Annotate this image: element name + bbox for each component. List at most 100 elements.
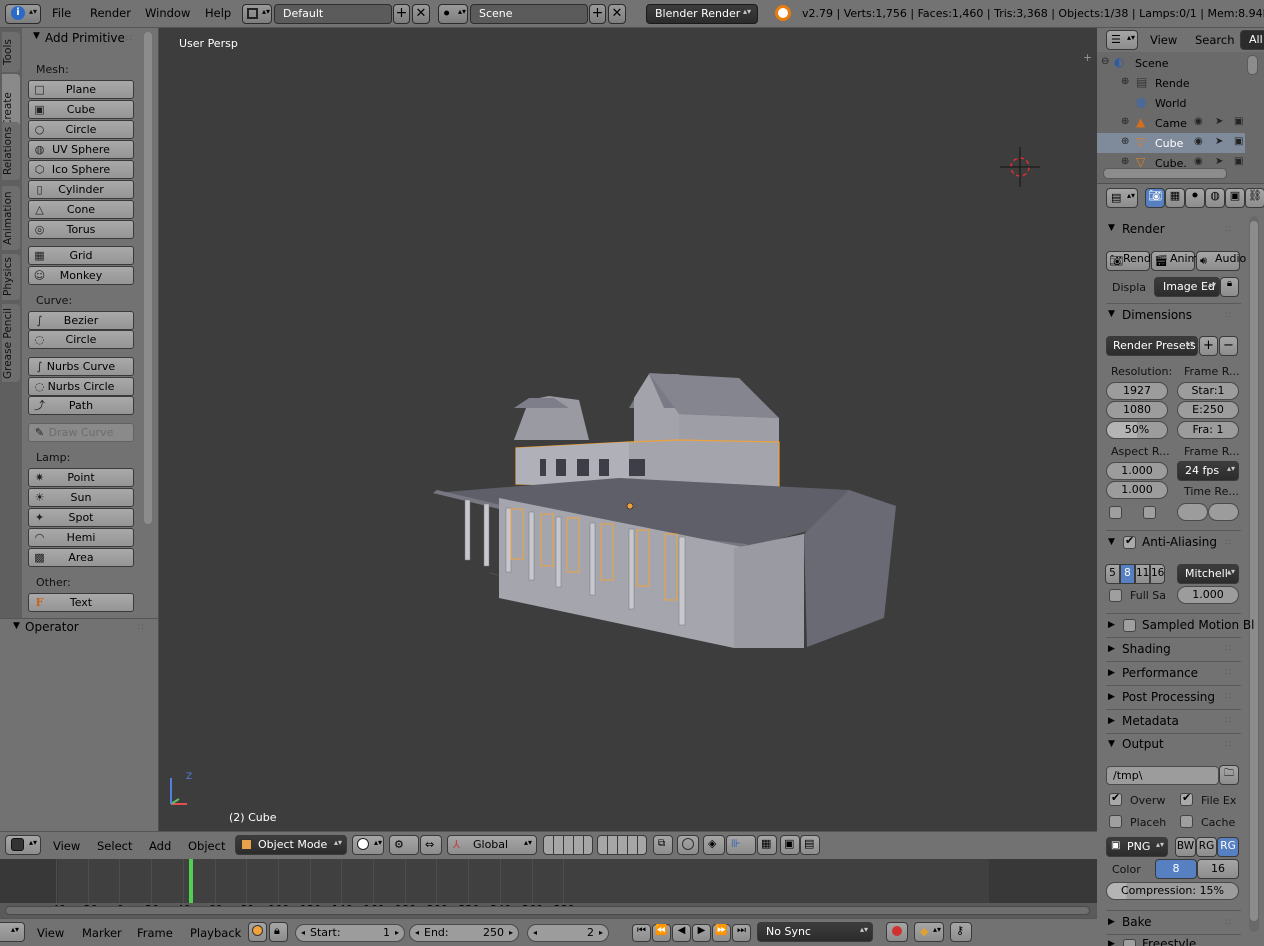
end-frame-field[interactable]: ◂ End: 250 ▸ <box>409 924 519 942</box>
section-header-label[interactable]: Performance <box>1122 666 1198 680</box>
time-remap-old-field[interactable] <box>1177 503 1208 521</box>
tab-grease-pencil[interactable]: Grease Pencil <box>2 304 20 382</box>
color-mode-bw[interactable]: BW <box>1175 837 1196 857</box>
outliner-item-label[interactable]: Came <box>1155 117 1187 130</box>
render-icon[interactable]: ▣ <box>1234 116 1243 127</box>
outliner-item-label[interactable]: Scene <box>1135 57 1169 70</box>
editor-type-info-button[interactable]: i ▴▾ <box>5 4 41 24</box>
drag-handle-icon[interactable]: ∷ <box>1225 225 1231 235</box>
aa-samples-16[interactable]: 16 <box>1150 564 1165 584</box>
snap-element-select[interactable]: ⊪ <box>726 835 756 855</box>
drag-handle-icon[interactable]: ∷ <box>1225 311 1231 321</box>
render-context-tab[interactable]: 📷︎ <box>1145 188 1165 208</box>
display-mode-select[interactable]: Image Ed ▴▾ <box>1154 277 1220 297</box>
color-mode-rgba[interactable]: RG <box>1217 837 1239 857</box>
freestyle-header[interactable]: Freestyle <box>1142 937 1196 946</box>
menu-file[interactable]: File <box>52 6 71 20</box>
lamp-spot-button[interactable]: ✦ Spot <box>28 508 134 527</box>
outliner-row-scene[interactable]: ⊖ ◐ Scene <box>1097 53 1245 73</box>
add-preset-button[interactable]: + <box>1199 336 1218 356</box>
output-path-field[interactable]: /tmp\ <box>1106 766 1219 785</box>
drag-handle-icon[interactable]: ∷ <box>1225 918 1231 928</box>
expand-triangle-icon[interactable]: ▶ <box>1108 620 1115 630</box>
outliner-row-cube[interactable]: ⊕ ▽ Cube ◉ ➤ ▣ <box>1097 133 1245 153</box>
transform-orientation-select[interactable]: ⅄ Global ▴▾ <box>447 835 537 855</box>
overwrite-checkbox[interactable]: ✔ <box>1109 791 1122 806</box>
play-reverse-button[interactable]: ◀ <box>672 924 691 942</box>
add-layout-button[interactable]: + <box>393 4 410 24</box>
aa-samples-5[interactable]: 5 <box>1105 564 1120 584</box>
mesh-monkey-button[interactable]: ☺ Monkey <box>28 266 134 285</box>
other-text-button[interactable]: F Text <box>28 593 134 612</box>
resolution-y-field[interactable]: 1080 <box>1106 401 1168 419</box>
outliner-hscrollbar[interactable] <box>1103 168 1227 179</box>
jump-keyframe-next-button[interactable]: ⏩ <box>712 924 731 942</box>
menu-select[interactable]: Select <box>97 839 132 853</box>
lock-interface-button[interactable]: 🔒︎ <box>1220 277 1239 297</box>
outliner-filter-select[interactable]: All <box>1240 30 1264 50</box>
mesh-grid-button[interactable]: ▦ Grid <box>28 246 134 265</box>
mode-select[interactable]: Object Mode ▴▾ <box>235 835 347 855</box>
lamp-hemi-button[interactable]: ◠ Hemi <box>28 528 134 547</box>
color-mode-rgb[interactable]: RG <box>1196 837 1217 857</box>
drag-handle-icon[interactable]: ∷ <box>138 623 144 633</box>
start-frame-field[interactable]: ◂ Start: 1 ▸ <box>295 924 405 942</box>
motion-blur-checkbox[interactable] <box>1123 619 1136 632</box>
cache-checkbox[interactable] <box>1180 815 1193 828</box>
draw-curve-button[interactable]: ✎ Draw Curve <box>28 423 134 442</box>
scene-name-field[interactable]: Scene <box>470 4 588 24</box>
expand-toggle-icon[interactable]: ⊕ <box>1121 116 1129 127</box>
outliner-row-world[interactable]: ◍ World <box>1097 93 1245 113</box>
curve-circle-button[interactable]: ◌ Circle <box>28 330 134 349</box>
render-still-button[interactable]: 📷︎ Rend <box>1106 251 1151 271</box>
manipulator-toggle[interactable]: ⇔ <box>420 835 442 855</box>
expand-triangle-icon[interactable]: ▶ <box>1108 692 1115 702</box>
placeholders-checkbox[interactable] <box>1109 815 1122 828</box>
border-checkbox[interactable] <box>1109 506 1122 519</box>
eye-icon[interactable]: ◉ <box>1194 116 1203 127</box>
proportional-edit-button[interactable] <box>677 835 699 855</box>
frame-rate-select[interactable]: 24 fps ▴▾ <box>1177 461 1239 481</box>
drag-handle-icon[interactable]: ∷ <box>1225 692 1231 702</box>
section-shading[interactable]: ▶ Shading ∷ <box>1106 637 1241 659</box>
lock-time-cursor-button[interactable]: 🔒︎ <box>269 922 288 942</box>
curve-path-button[interactable]: ⤴ Path <box>28 396 134 415</box>
timeline-menu-view[interactable]: View <box>37 926 64 940</box>
mesh-plane-button[interactable]: □ Plane <box>28 80 134 99</box>
tab-physics[interactable]: Physics <box>2 254 20 300</box>
outliner-item-label[interactable]: Cube <box>1155 137 1183 150</box>
render-icon[interactable]: ▣ <box>1234 136 1243 147</box>
lamp-sun-button[interactable]: ☀ Sun <box>28 488 134 507</box>
outliner-item-label[interactable]: Rende <box>1155 77 1190 90</box>
section-metadata[interactable]: ▶ Metadata ∷ <box>1106 709 1241 731</box>
aa-samples-11[interactable]: 11 <box>1135 564 1150 584</box>
render-presets-select[interactable]: Render Presets ▴▾ <box>1106 336 1198 356</box>
lamp-point-button[interactable]: ✷ Point <box>28 468 134 487</box>
delete-scene-button[interactable]: ✕ <box>608 4 626 24</box>
expand-toggle-icon[interactable]: ⊕ <box>1121 76 1129 87</box>
expand-triangle-icon[interactable]: ▶ <box>1108 668 1115 678</box>
color-depth-16[interactable]: 16 <box>1197 859 1239 879</box>
jump-end-button[interactable]: ⏭ <box>732 924 751 942</box>
scene-context-tab[interactable]: ⚫ <box>1185 188 1205 208</box>
layer-buttons-right[interactable] <box>597 835 647 855</box>
constraints-context-tab[interactable]: ⛓ <box>1245 188 1264 208</box>
render-anim-button[interactable]: 🎬︎ Anim <box>1151 251 1198 271</box>
tab-tools[interactable]: Tools <box>2 32 20 72</box>
section-sampled-motion-bl[interactable]: ▶ Sampled Motion Bl ∷ <box>1106 613 1255 635</box>
resolution-x-field[interactable]: 1927 <box>1106 382 1168 400</box>
menu-render[interactable]: Render <box>90 6 131 20</box>
expand-triangle-icon[interactable]: ▶ <box>1108 917 1115 927</box>
curve-nurbs-curve-button[interactable]: ∫ Nurbs Curve <box>28 357 134 376</box>
mesh-cone-button[interactable]: △ Cone <box>28 200 134 219</box>
scene-browse-button[interactable]: ⚫ ▴▾ <box>438 4 468 24</box>
aspect-x-field[interactable]: 1.000 <box>1106 462 1168 480</box>
section-performance[interactable]: ▶ Performance ∷ <box>1106 661 1241 683</box>
tab-relations[interactable]: Relations <box>2 122 20 180</box>
timeline-scrollbar[interactable] <box>5 906 1090 915</box>
drag-handle-icon[interactable]: ∷ <box>1225 668 1231 678</box>
outliner-row-came[interactable]: ⊕ ▲ Came ◉ ➤ ▣ <box>1097 113 1245 133</box>
section-header-label[interactable]: Metadata <box>1122 714 1179 728</box>
bake-header[interactable]: Bake <box>1122 915 1152 929</box>
collapse-triangle-icon[interactable]: ▼ <box>1108 309 1115 319</box>
